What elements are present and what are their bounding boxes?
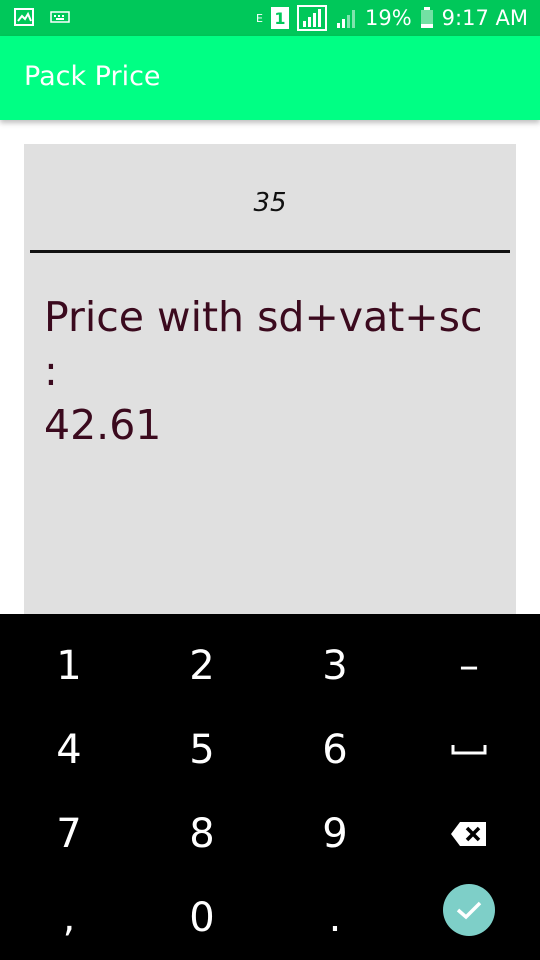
battery-icon (420, 7, 433, 28)
keyboard-notification-icon (50, 11, 70, 23)
key-minus[interactable]: – (402, 624, 536, 708)
network-type-label: E (256, 11, 263, 25)
key-2[interactable]: 2 (135, 624, 269, 708)
key-4[interactable]: 4 (2, 708, 136, 792)
price-input[interactable]: 35 (24, 188, 516, 218)
battery-percent: 19% (364, 6, 412, 30)
key-period[interactable]: . (268, 876, 402, 960)
key-6[interactable]: 6 (268, 708, 402, 792)
key-3[interactable]: 3 (268, 624, 402, 708)
status-bar: E 1 19% 9:17 AM (0, 0, 540, 36)
key-0[interactable]: 0 (135, 876, 269, 960)
page-title: Pack Price (24, 61, 161, 92)
key-7[interactable]: 7 (2, 792, 136, 876)
sim-badge: 1 (270, 7, 289, 29)
notification-icons (14, 8, 70, 26)
key-8[interactable]: 8 (135, 792, 269, 876)
app-bar: Pack Price (0, 36, 540, 120)
backspace-key[interactable] (402, 792, 536, 876)
done-check-icon (456, 901, 482, 920)
signal-icon (296, 5, 327, 31)
result-label: Price with sd+vat+sc : (44, 293, 483, 395)
space-key[interactable] (402, 708, 536, 792)
space-icon (451, 745, 487, 755)
result-text: Price with sd+vat+sc : 42.61 (44, 290, 504, 452)
key-comma[interactable]: , (2, 876, 136, 960)
image-notification-icon (14, 8, 34, 26)
numeric-keyboard: 1 2 3 – 4 5 6 7 8 9 , 0 . (0, 614, 540, 960)
key-5[interactable]: 5 (135, 708, 269, 792)
clock: 9:17 AM (441, 6, 528, 30)
price-card: 35 Price with sd+vat+sc : 42.61 (24, 144, 516, 614)
signal-secondary-icon (336, 10, 355, 28)
input-underline (30, 250, 510, 253)
status-indicators: E 1 19% 9:17 AM (256, 0, 528, 36)
result-value: 42.61 (44, 401, 162, 449)
key-1[interactable]: 1 (2, 624, 136, 708)
key-9[interactable]: 9 (268, 792, 402, 876)
backspace-icon (451, 822, 486, 846)
done-button[interactable] (443, 884, 495, 936)
